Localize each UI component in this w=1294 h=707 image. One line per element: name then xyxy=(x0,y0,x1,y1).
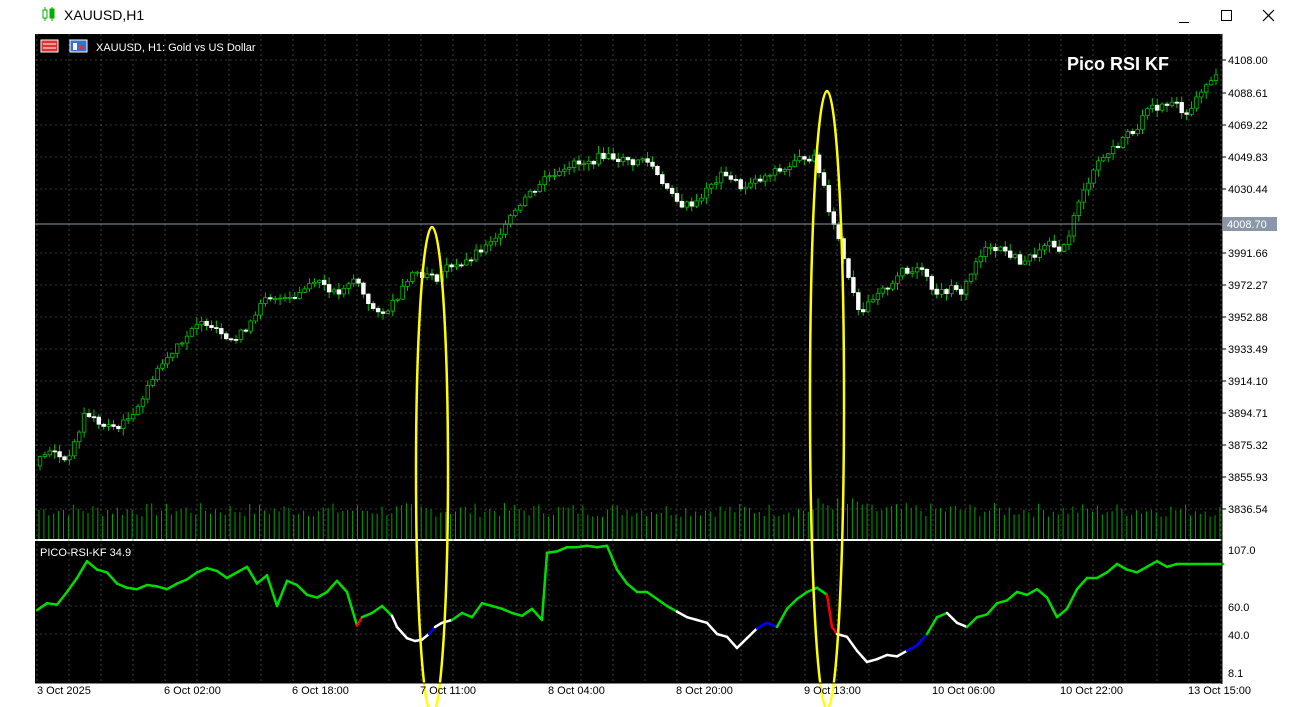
close-button[interactable] xyxy=(1250,2,1286,30)
depth-of-market-icon[interactable] xyxy=(69,39,88,53)
price-label: 3991.66 xyxy=(1228,248,1268,260)
price-label: 3914.10 xyxy=(1228,376,1268,388)
chart-canvas[interactable]: XAUUSD, H1: Gold vs US Dollar Pico RSI K… xyxy=(35,34,1294,707)
time-label: 6 Oct 18:00 xyxy=(292,685,349,697)
price-axis[interactable]: 4108.00 4088.61 4069.22 4049.83 4030.44 … xyxy=(1222,55,1277,516)
minimize-button[interactable] xyxy=(1166,2,1202,30)
candle xyxy=(1120,136,1126,149)
candle xyxy=(655,164,660,177)
rsi-line-segment xyxy=(595,544,609,549)
subwindow-label: PICO-RSI-KF 34.9 xyxy=(40,547,131,559)
time-label: 9 Oct 13:00 xyxy=(804,685,861,697)
time-label: 10 Oct 22:00 xyxy=(1060,685,1123,697)
indicator-axis-label: 40.0 xyxy=(1228,630,1249,642)
price-label: 3933.49 xyxy=(1228,344,1268,356)
price-label: 3836.54 xyxy=(1228,504,1268,516)
time-label: 6 Oct 02:00 xyxy=(164,685,221,697)
time-axis[interactable]: 3 Oct 2025 6 Oct 02:00 6 Oct 18:00 7 Oct… xyxy=(37,685,1251,697)
one-click-trading-icon[interactable] xyxy=(40,39,59,53)
rsi-line-segment xyxy=(545,550,559,555)
time-label: 13 Oct 15:00 xyxy=(1188,685,1251,697)
time-label: 7 Oct 11:00 xyxy=(420,685,476,697)
candle xyxy=(72,439,77,459)
current-price-marker: 4008.70 xyxy=(1223,217,1277,231)
indicator-axis-label: 107.0 xyxy=(1228,545,1256,557)
indicator-axis-label: 8.1 xyxy=(1228,668,1243,680)
price-label: 3894.71 xyxy=(1228,408,1268,420)
minimize-icon xyxy=(1179,22,1189,23)
candle xyxy=(1061,243,1067,253)
price-label: 3855.93 xyxy=(1228,472,1268,484)
rsi-line-segment xyxy=(575,544,589,549)
current-price-label: 4008.70 xyxy=(1227,219,1267,231)
price-label: 4069.22 xyxy=(1228,120,1268,132)
price-label: 4049.83 xyxy=(1228,152,1268,164)
indicator-axis-label: 60.0 xyxy=(1228,602,1249,614)
rsi-line-segment xyxy=(45,601,59,606)
close-icon xyxy=(1262,9,1275,22)
title-bar: XAUUSD,H1 xyxy=(0,0,1294,31)
rsi-line-segment xyxy=(125,586,139,591)
time-label: 8 Oct 20:00 xyxy=(676,685,733,697)
time-label: 8 Oct 04:00 xyxy=(548,685,605,697)
indicator-subwindow[interactable] xyxy=(35,541,1222,683)
chart-header-text: XAUUSD, H1: Gold vs US Dollar xyxy=(96,42,256,54)
price-label: 4088.61 xyxy=(1228,88,1268,100)
rsi-line-segment xyxy=(585,544,599,549)
maximize-icon xyxy=(1221,10,1232,21)
price-label: 3875.32 xyxy=(1228,440,1268,452)
price-label: 4108.00 xyxy=(1228,55,1268,67)
main-chart-area[interactable] xyxy=(35,34,1222,539)
price-label: 3972.27 xyxy=(1228,280,1268,292)
price-label: 3952.88 xyxy=(1228,312,1268,324)
price-label: 4030.44 xyxy=(1228,184,1268,196)
candle xyxy=(846,257,851,280)
candlestick-chart-icon xyxy=(42,7,55,21)
time-label: 3 Oct 2025 xyxy=(37,685,91,697)
rsi-line-segment xyxy=(145,583,159,588)
indicator-axis[interactable]: 107.0 60.0 40.0 8.1 xyxy=(1228,545,1256,680)
window-title: XAUUSD,H1 xyxy=(64,7,145,23)
indicator-name-label: Pico RSI KF xyxy=(1067,54,1169,74)
maximize-button[interactable] xyxy=(1208,2,1244,30)
candle xyxy=(155,365,160,383)
rsi-line-segment xyxy=(885,653,899,658)
price-tick-marks xyxy=(1222,59,1226,510)
chart-window: XAUUSD, H1: Gold vs US Dollar Pico RSI K… xyxy=(35,34,1294,707)
time-label: 10 Oct 06:00 xyxy=(932,685,995,697)
